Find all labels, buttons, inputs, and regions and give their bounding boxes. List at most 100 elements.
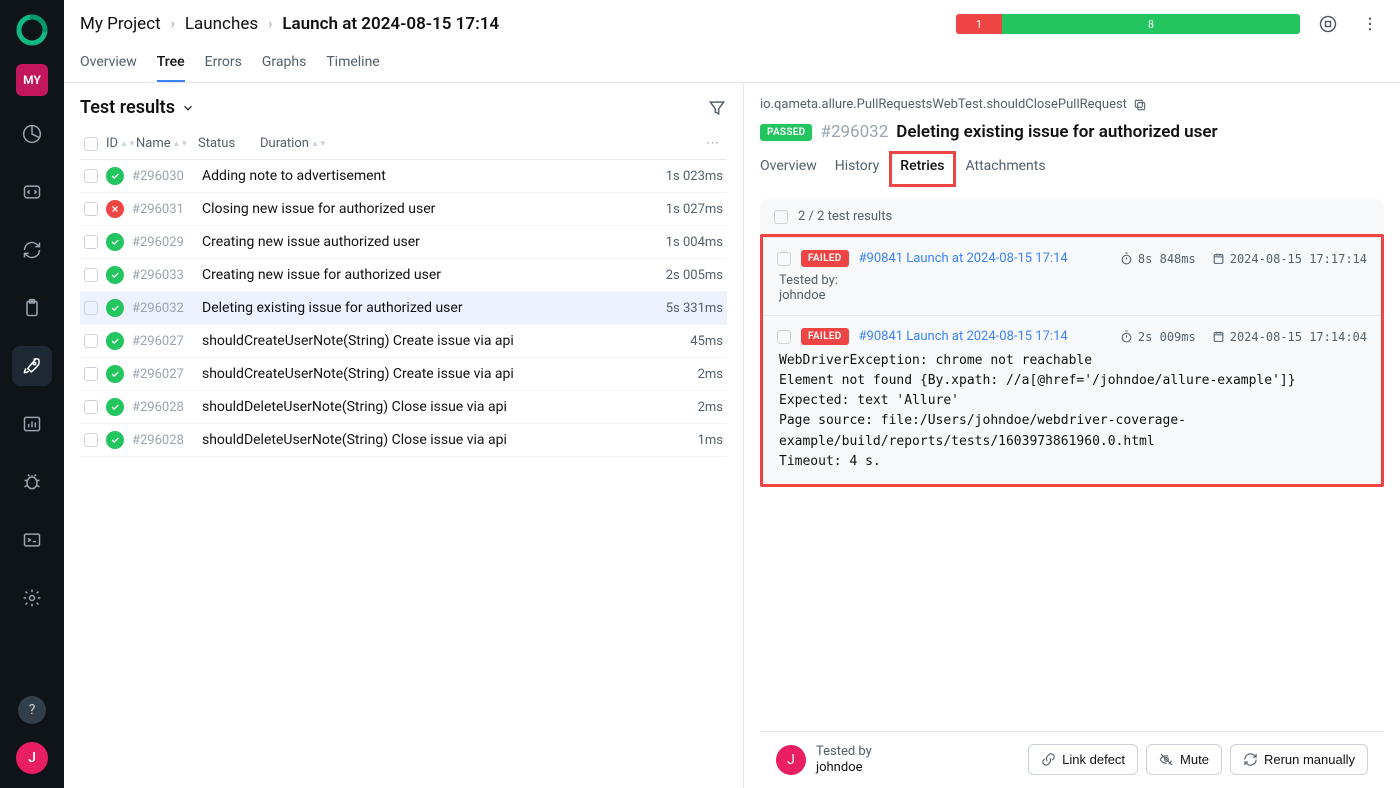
refresh-icon[interactable] [12,230,52,270]
table-row[interactable]: #296030Adding note to advertisement1s 02… [80,160,727,193]
project-badge[interactable]: MY [16,64,48,96]
retry-checkbox[interactable] [777,330,791,344]
retry-link[interactable]: #90841 Launch at 2024-08-15 17:14 [859,251,1068,266]
table-row[interactable]: #296027 shouldCreateUserNote(String) Crea… [80,325,727,358]
retries-panel: 2 / 2 test results FAILED #90841 Launch a… [760,199,1384,487]
progress-fail: 1 [956,14,1002,34]
table-row[interactable]: #296029Creating new issue authorized use… [80,226,727,259]
user-avatar[interactable]: J [16,742,48,774]
row-id: #296030 [132,169,194,184]
retry-checkbox[interactable] [777,252,791,266]
row-name: Adding note to advertisement [202,168,645,184]
retry-link[interactable]: #90841 Launch at 2024-08-15 17:14 [859,329,1068,344]
breadcrumb-project[interactable]: My Project [80,14,161,34]
terminal-icon[interactable] [12,520,52,560]
nav-tab-tree[interactable]: Tree [157,48,185,82]
select-all-checkbox[interactable] [84,137,98,151]
app-logo[interactable] [16,14,48,46]
col-name[interactable]: Name▲▼ [136,136,190,151]
row-name: shouldCreateUserNote(String) Create issu… [202,333,645,349]
nav-tab-errors[interactable]: Errors [205,48,242,82]
row-duration: 1s 027ms [653,202,723,217]
table-row[interactable]: #296031Closing new issue for authorized … [80,193,727,226]
calendar-icon [1212,330,1225,343]
columns-more-icon[interactable]: ⋯ [702,136,723,151]
nav-tab-timeline[interactable]: Timeline [326,48,379,82]
chart-icon[interactable] [12,404,52,444]
row-checkbox[interactable] [84,400,98,414]
detail-tab-retries[interactable]: Retries [889,151,955,187]
status-passed-icon [106,398,124,416]
rerun-button[interactable]: Rerun manually [1230,744,1368,775]
row-id: #296027 [132,334,194,349]
retry-timestamp: 2024-08-15 17:14:04 [1212,330,1367,344]
stop-icon[interactable] [1314,10,1342,38]
filter-icon[interactable] [707,98,727,118]
link-defect-button[interactable]: Link defect [1028,744,1138,775]
rocket-icon[interactable] [12,346,52,386]
col-id[interactable]: ID▲▼ [106,136,128,151]
row-checkbox[interactable] [84,334,98,348]
row-id: #296029 [132,235,194,250]
status-passed-icon [106,365,124,383]
nav-tab-overview[interactable]: Overview [80,48,137,82]
progress-bar: 1 8 [956,14,1300,34]
retries-summary: 2 / 2 test results [798,209,892,224]
retry-duration: 2s 009ms [1120,330,1196,344]
chevron-right-icon: › [171,16,175,32]
mute-button[interactable]: Mute [1146,744,1222,775]
retries-select-all[interactable] [774,210,788,224]
chevron-down-icon [181,101,195,115]
retry-status-badge: FAILED [801,250,849,267]
row-checkbox[interactable] [84,235,98,249]
nav-tab-graphs[interactable]: Graphs [262,48,306,82]
gear-icon[interactable] [12,578,52,618]
stopwatch-icon [1120,330,1133,343]
detail-tab-history[interactable]: History [835,154,880,184]
retry-item: FAILED #90841 Launch at 2024-08-15 17:14 8… [763,237,1381,315]
calendar-icon [1212,252,1225,265]
row-id: #296028 [132,400,194,415]
clipboard-icon[interactable] [12,288,52,328]
help-icon[interactable]: ? [18,696,46,724]
col-status[interactable]: Status [198,136,252,151]
status-passed-icon [106,332,124,350]
retry-trace: WebDriverException: chrome not reachable… [777,351,1367,472]
test-title: Deleting existing issue for authorized u… [896,122,1217,142]
bug-icon[interactable] [12,462,52,502]
row-checkbox[interactable] [84,433,98,447]
chevron-right-icon: › [268,16,272,32]
row-name: shouldDeleteUserNote(String) Close issue… [202,432,645,448]
test-id: #296032 [820,122,888,142]
retry-duration: 8s 848ms [1120,252,1196,266]
row-id: #296033 [132,268,194,283]
row-checkbox[interactable] [84,202,98,216]
row-id: #296031 [132,202,194,217]
table-row[interactable]: #296027shouldCreateUserNote(String) Crea… [80,358,727,391]
table-row[interactable]: #296032Deleting existing issue for autho… [80,292,727,325]
row-duration: 1ms [653,433,723,448]
copy-icon[interactable] [1133,98,1147,112]
detail-tab-overview[interactable]: Overview [760,154,817,184]
row-name: shouldCreateUserNote(String) Create issu… [202,366,645,382]
detail-tab-attachments[interactable]: Attachments [966,154,1046,184]
row-checkbox[interactable] [84,268,98,282]
detail-pane: io.qameta.allure.PullRequestsWebTest.sho… [744,83,1400,788]
row-checkbox[interactable] [84,169,98,183]
breadcrumb-section[interactable]: Launches [185,14,258,34]
pane-title[interactable]: Test results [80,97,195,118]
col-duration[interactable]: Duration▲▼ [260,136,694,151]
row-checkbox[interactable] [84,301,98,315]
more-icon[interactable] [1356,10,1384,38]
code-icon[interactable] [12,172,52,212]
detail-tabs: Overview History Retries Attachments [760,154,1384,185]
row-checkbox[interactable] [84,367,98,381]
table-row[interactable]: #296028shouldDeleteUserNote(String) Clos… [80,391,727,424]
table-row[interactable]: #296028shouldDeleteUserNote(String) Clos… [80,424,727,457]
retry-status-badge: FAILED [801,328,849,345]
pie-icon[interactable] [12,114,52,154]
tested-by-label: Tested by [816,744,872,760]
pane-title-text: Test results [80,97,175,118]
detail-footer: J Tested by johndoe Link defect Mute Rer… [760,731,1384,788]
table-row[interactable]: #296033Creating new issue for authorized… [80,259,727,292]
